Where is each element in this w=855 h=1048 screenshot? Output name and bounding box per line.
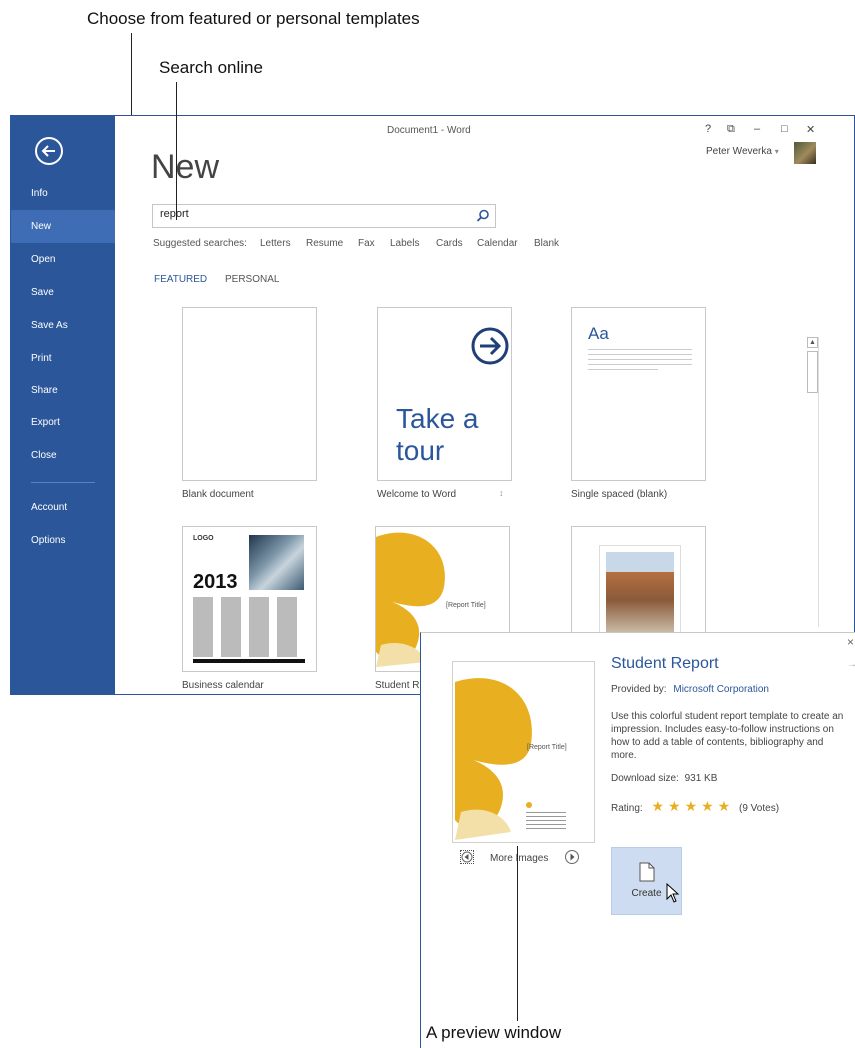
nav-account[interactable]: Account <box>11 491 115 524</box>
search-box[interactable]: report <box>152 204 496 228</box>
nav-close[interactable]: Close <box>11 439 115 472</box>
tab-personal[interactable]: PERSONAL <box>225 274 279 285</box>
preview-window: × → [Report Title] More Images Student R… <box>420 632 855 1048</box>
template-take-a-tour[interactable]: Take a tour <box>377 307 512 481</box>
template-business-calendar[interactable]: LOGO 2013 <box>182 526 317 672</box>
page-title: New <box>151 148 220 186</box>
template-caption: Welcome to Word <box>377 489 457 500</box>
minimize-button[interactable]: – <box>754 123 760 135</box>
template-single-spaced[interactable]: Aa <box>571 307 706 481</box>
nav-separator <box>31 482 95 483</box>
chevron-down-icon: ▾ <box>774 147 779 156</box>
ribbon-display-button[interactable]: ⧉ <box>727 123 735 136</box>
suggested-resume[interactable]: Resume <box>306 238 343 249</box>
search-input[interactable]: report <box>160 208 189 220</box>
calendar-grid <box>193 597 305 657</box>
back-button[interactable] <box>35 137 63 165</box>
nav-save-as[interactable]: Save As <box>11 309 115 342</box>
suggested-fax[interactable]: Fax <box>358 238 375 249</box>
nav-options[interactable]: Options <box>11 524 115 557</box>
nav-info[interactable]: Info <box>11 177 115 210</box>
window-title: Document1 - Word <box>387 125 471 136</box>
sample-text: Aa <box>588 324 609 343</box>
more-images-label: More Images <box>490 853 549 864</box>
callout-search: Search online <box>159 58 263 77</box>
suggested-blank[interactable]: Blank <box>534 238 559 249</box>
callout-templates: Choose from featured or personal templat… <box>87 9 420 28</box>
provider-link[interactable]: Microsoft Corporation <box>673 684 769 695</box>
preview-description: Use this colorful student report templat… <box>611 711 844 761</box>
help-button[interactable]: ? <box>705 123 711 135</box>
user-name-label: Peter Weverka <box>706 146 772 157</box>
rating-label: Rating: <box>611 803 643 814</box>
nav-save[interactable]: Save <box>11 276 115 309</box>
tab-featured[interactable]: FEATURED <box>154 274 207 285</box>
search-icon[interactable] <box>475 208 491 224</box>
suggested-cards[interactable]: Cards <box>436 238 463 249</box>
callout-preview-line <box>517 846 518 1021</box>
calendar-photo <box>249 535 304 590</box>
nav-export[interactable]: Export <box>11 406 115 439</box>
avatar[interactable] <box>794 142 816 164</box>
suggested-searches-label: Suggested searches: <box>153 238 247 249</box>
user-name[interactable]: Peter Weverka ▾ <box>706 146 779 157</box>
pin-icon[interactable]: → <box>847 659 855 670</box>
callout-preview: A preview window <box>426 1023 562 1042</box>
rating-votes: (9 Votes) <box>739 803 780 814</box>
arrow-right-icon <box>565 850 579 864</box>
tour-title-line1: Take a <box>396 403 479 434</box>
template-caption: Student R <box>375 680 420 691</box>
template-caption: Blank document <box>182 489 254 500</box>
nav-share[interactable]: Share <box>11 374 115 407</box>
suggested-calendar[interactable]: Calendar <box>477 238 518 249</box>
back-arrow-icon <box>41 145 55 157</box>
template-caption: Business calendar <box>182 680 264 691</box>
template-caption: Single spaced (blank) <box>571 489 668 500</box>
arrow-right-circle-icon <box>471 327 509 365</box>
nav-new[interactable]: New <box>11 210 115 243</box>
preview-close-button[interactable]: × <box>847 635 854 649</box>
previous-image-button[interactable] <box>460 850 474 864</box>
template-blank-document[interactable] <box>182 307 317 481</box>
report-title-text: [Report Title] <box>527 744 567 751</box>
maximize-button[interactable]: □ <box>781 123 788 135</box>
logo-text: LOGO <box>193 535 214 542</box>
arrow-left-icon <box>461 851 473 863</box>
calendar-year: 2013 <box>193 571 238 593</box>
suggested-labels[interactable]: Labels <box>390 238 419 249</box>
report-title-text: [Report Title] <box>446 602 486 609</box>
create-button[interactable]: Create <box>611 847 682 915</box>
nav-open[interactable]: Open <box>11 243 115 276</box>
stairs-photo <box>606 552 674 632</box>
suggested-letters[interactable]: Letters <box>260 238 291 249</box>
preview-title: Student Report <box>611 655 719 672</box>
scroll-up-button[interactable]: ▲ <box>807 337 818 348</box>
scrollbar[interactable]: ▲ <box>807 337 819 627</box>
callout-search-line <box>176 82 177 220</box>
next-image-button[interactable] <box>564 849 580 865</box>
nav-print[interactable]: Print <box>11 342 115 375</box>
mouse-cursor-icon <box>666 883 680 903</box>
document-icon <box>639 862 655 882</box>
word-window: Info New Open Save Save As Print Share E… <box>10 115 855 695</box>
close-button[interactable]: ✕ <box>806 123 815 136</box>
preview-image: [Report Title] <box>452 661 595 843</box>
pin-icon[interactable]: ↕ <box>499 488 504 498</box>
download-size-value: 931 KB <box>684 773 718 784</box>
download-size-label: Download size: <box>611 773 679 784</box>
backstage-nav: Info New Open Save Save As Print Share E… <box>11 116 115 694</box>
tour-title-line2: tour <box>396 435 445 466</box>
rating-stars: ★★★★★ <box>651 798 735 814</box>
scroll-thumb[interactable] <box>807 351 818 393</box>
provided-by-label: Provided by: <box>611 684 667 695</box>
